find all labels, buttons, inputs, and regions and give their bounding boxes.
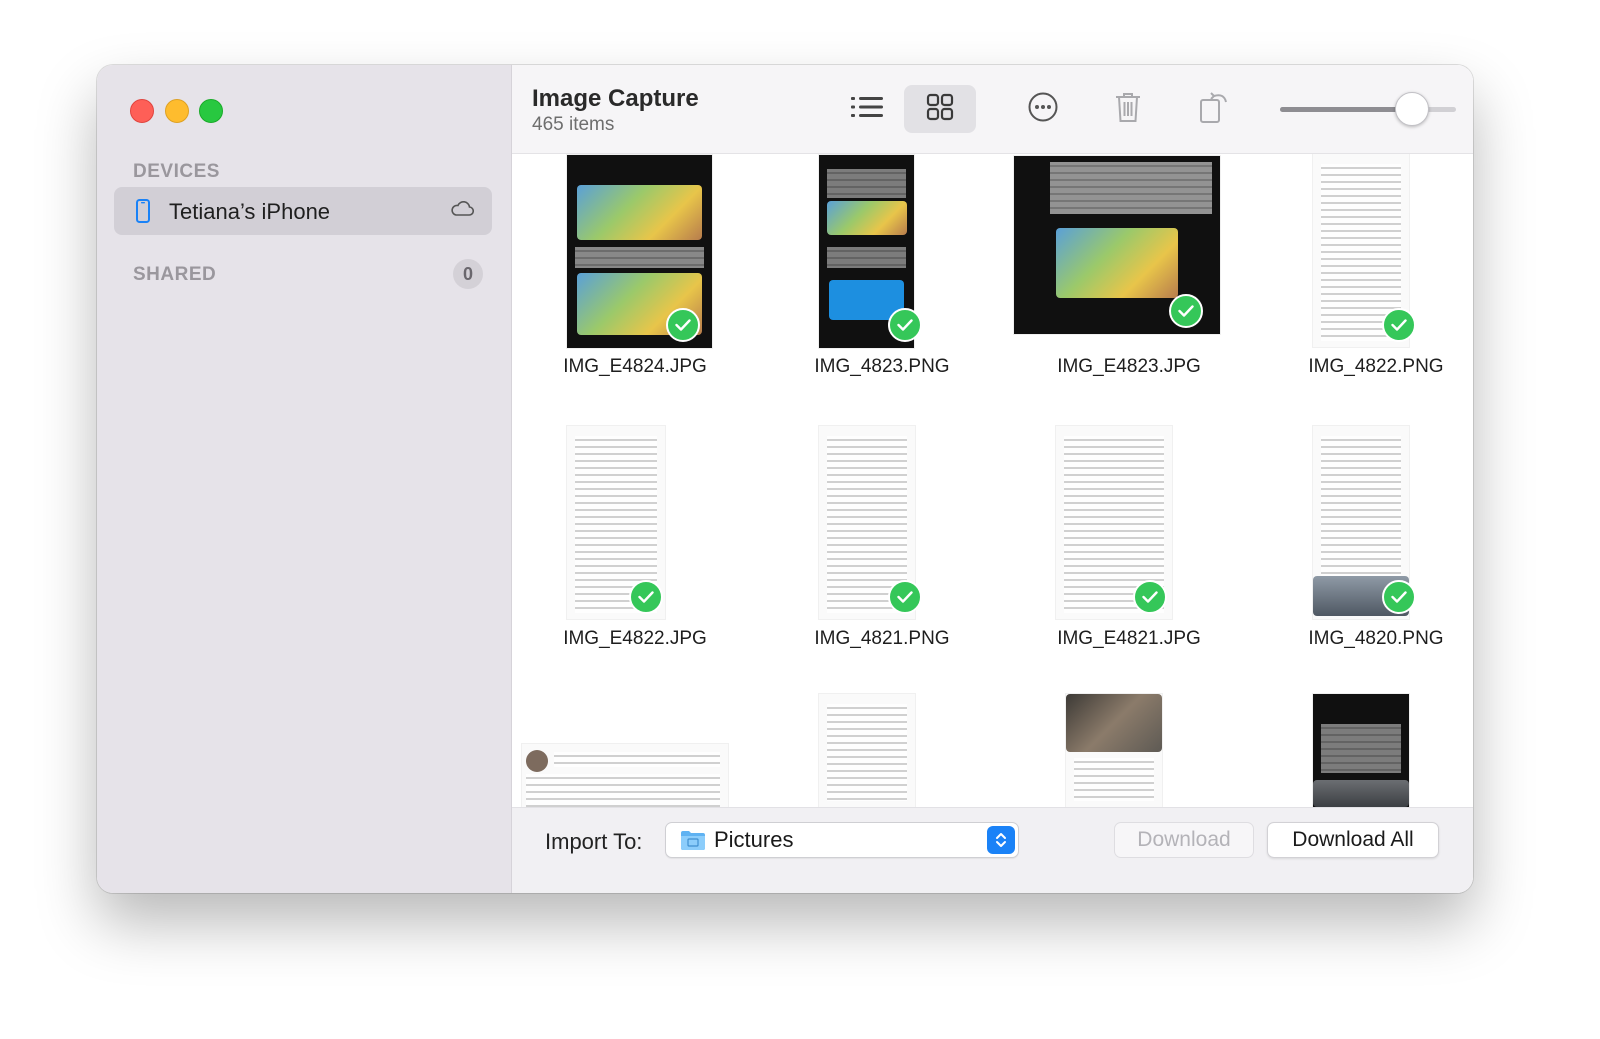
cloud-icon: [450, 201, 475, 222]
photo-grid: IMG_E4824.JPG IMG_4823.PNG IMG_E4823.JPG…: [512, 154, 1473, 807]
list-icon: [851, 95, 883, 124]
selected-check-icon: [1169, 294, 1203, 328]
close-window-button[interactable]: [130, 99, 154, 123]
folder-icon: [680, 829, 706, 856]
photo-item[interactable]: IMG_E4822.JPG: [512, 426, 758, 656]
thumbnail-size-slider[interactable]: [1280, 91, 1456, 127]
selected-check-icon: [666, 308, 700, 342]
item-count: 465 items: [532, 114, 615, 135]
sidebar: DEVICES Tetiana’s iPhone SHARED 0: [97, 65, 512, 893]
selected-check-icon: [1382, 580, 1416, 614]
iphone-icon: [136, 199, 150, 228]
photo-filename: IMG_4820.PNG: [1308, 628, 1444, 649]
photo-filename: IMG_4823.PNG: [814, 356, 950, 377]
page-title: Image Capture: [532, 85, 699, 112]
trash-icon: [1114, 91, 1142, 128]
minimize-window-button[interactable]: [165, 99, 189, 123]
photo-item[interactable]: IMG_E4823.JPG: [1006, 154, 1252, 384]
selected-check-icon: [888, 308, 922, 342]
selected-check-icon: [1133, 580, 1167, 614]
more-button[interactable]: [1017, 85, 1069, 133]
photo-item[interactable]: [512, 694, 758, 807]
chevron-up-down-icon: [987, 826, 1015, 854]
import-to-label: Import To:: [545, 829, 643, 854]
grid-icon: [926, 93, 954, 126]
grid-view-button[interactable]: [904, 85, 976, 133]
list-view-button[interactable]: [836, 85, 898, 133]
photo-filename: IMG_4821.PNG: [814, 628, 950, 649]
sidebar-item-label: Tetiana’s iPhone: [169, 199, 331, 224]
download-all-button[interactable]: Download All: [1267, 822, 1439, 858]
rotate-icon: [1198, 90, 1230, 129]
import-bar: Import To: Pictures Download Download Al…: [512, 807, 1473, 893]
destination-value: Pictures: [714, 827, 794, 852]
photo-filename: IMG_E4822.JPG: [563, 628, 707, 649]
photo-item[interactable]: IMG_4822.PNG: [1253, 154, 1473, 384]
photo-thumbnail: [1066, 694, 1162, 807]
photo-item[interactable]: [759, 694, 1005, 807]
photo-filename: IMG_E4824.JPG: [563, 356, 707, 377]
shared-count-badge: 0: [453, 259, 483, 289]
photo-filename: IMG_E4821.JPG: [1057, 628, 1201, 649]
photo-thumbnail: [819, 694, 915, 807]
photo-thumbnail: [1313, 694, 1409, 807]
photo-item[interactable]: IMG_E4821.JPG: [1006, 426, 1252, 656]
photo-item[interactable]: IMG_4820.PNG: [1253, 426, 1473, 656]
sidebar-item-iphone[interactable]: Tetiana’s iPhone: [114, 187, 492, 235]
selected-check-icon: [1382, 308, 1416, 342]
photo-item[interactable]: IMG_4821.PNG: [759, 426, 1005, 656]
slider-knob[interactable]: [1395, 92, 1429, 126]
photo-item[interactable]: IMG_4823.PNG: [759, 154, 1005, 384]
shared-header: SHARED: [133, 264, 217, 285]
photo-filename: IMG_4822.PNG: [1308, 356, 1444, 377]
download-button[interactable]: Download: [1114, 822, 1254, 858]
photo-item[interactable]: [1006, 694, 1252, 807]
rotate-button[interactable]: [1190, 85, 1238, 133]
devices-header: DEVICES: [133, 161, 220, 182]
photo-filename: IMG_E4823.JPG: [1057, 356, 1201, 377]
photo-item[interactable]: IMG_E4824.JPG: [512, 154, 758, 384]
main-content: Image Capture 465 items IMG_E4824.JPG IM…: [512, 65, 1473, 893]
slider-fill: [1280, 107, 1411, 112]
image-capture-window: DEVICES Tetiana’s iPhone SHARED 0 Image …: [97, 65, 1473, 893]
destination-select[interactable]: Pictures: [665, 822, 1019, 858]
delete-button[interactable]: [1104, 85, 1152, 133]
zoom-window-button[interactable]: [199, 99, 223, 123]
photo-item[interactable]: [1253, 694, 1473, 807]
toolbar: Image Capture 465 items: [512, 65, 1473, 154]
photo-thumbnail: [522, 744, 728, 807]
more-icon: [1027, 91, 1059, 128]
selected-check-icon: [888, 580, 922, 614]
selected-check-icon: [629, 580, 663, 614]
